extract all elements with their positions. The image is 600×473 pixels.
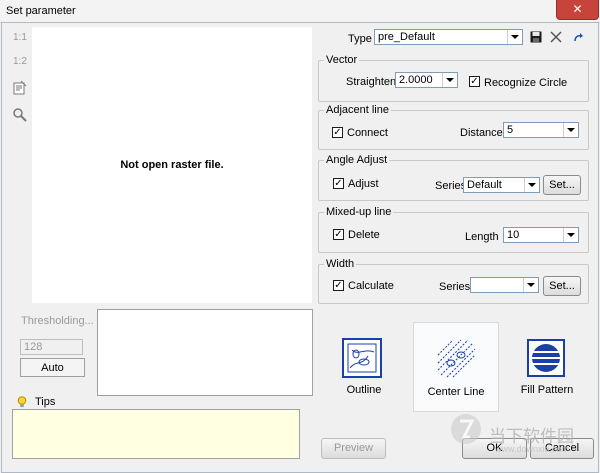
recognize-circle-checkbox[interactable]: ✓	[469, 76, 480, 87]
delete-icon[interactable]	[550, 31, 562, 43]
angle-set-button[interactable]: Set...	[543, 175, 581, 195]
magnifier-icon[interactable]	[12, 107, 28, 123]
type-select[interactable]: pre_Default	[374, 29, 523, 45]
save-icon[interactable]	[530, 31, 542, 43]
chevron-down-icon	[442, 73, 457, 87]
connect-checkbox[interactable]: ✓	[332, 127, 343, 138]
length-value: 10	[507, 229, 520, 241]
refresh-icon[interactable]	[573, 32, 585, 44]
threshold-value-field[interactable]: 128	[20, 339, 83, 355]
straighten-label: Straighten	[346, 76, 397, 88]
window-title: Set parameter	[6, 5, 76, 17]
angle-series-label: Series	[435, 180, 467, 192]
center-line-icon	[435, 337, 477, 379]
zoom-1-1-button[interactable]: 1:1	[13, 32, 27, 43]
adjacent-line-legend: Adjacent line	[324, 104, 391, 116]
angle-series-select[interactable]: Default	[463, 177, 540, 193]
tips-label: Tips	[35, 396, 56, 408]
width-series-label: Series	[439, 281, 471, 293]
delete-label: Delete	[348, 229, 380, 241]
calculate-checkbox[interactable]: ✓	[333, 280, 344, 291]
length-select[interactable]: 10	[503, 227, 579, 243]
width-legend: Width	[324, 258, 357, 270]
thresholding-label: Thresholding...	[21, 315, 94, 327]
adjust-label: Adjust	[348, 178, 379, 190]
width-series-select[interactable]	[470, 277, 539, 293]
fit-page-icon[interactable]	[12, 80, 28, 96]
tips-box	[12, 409, 300, 459]
delete-checkbox[interactable]: ✓	[333, 229, 344, 240]
distance-value: 5	[507, 124, 514, 136]
vector-legend: Vector	[324, 54, 360, 66]
angle-adjust-legend: Angle Adjust	[324, 154, 390, 166]
angle-series-value: Default	[467, 179, 502, 191]
outline-label: Outline	[346, 384, 382, 396]
type-label: Type	[348, 33, 372, 45]
length-label: Length	[465, 231, 499, 243]
calculate-label: Calculate	[348, 280, 394, 292]
straighten-value: 2.0000	[399, 74, 433, 86]
chevron-down-icon	[563, 228, 578, 242]
chevron-down-icon	[563, 123, 578, 137]
straighten-select[interactable]: 2.0000	[395, 72, 458, 88]
mode-outline[interactable]: Outline	[323, 328, 405, 408]
watermark-logo	[449, 412, 483, 446]
connect-label: Connect	[347, 127, 388, 139]
fill-pattern-label: Fill Pattern	[520, 384, 574, 396]
chevron-down-icon	[523, 278, 538, 292]
mode-fill-pattern[interactable]: Fill Pattern	[506, 328, 588, 408]
preview-button[interactable]: Preview	[321, 438, 386, 459]
chevron-down-icon	[524, 178, 539, 192]
recognize-circle-label: Recognize Circle	[484, 77, 568, 89]
title-bar	[0, 0, 600, 23]
width-set-button[interactable]: Set...	[543, 276, 581, 296]
center-line-label: Center Line	[427, 386, 485, 398]
mode-center-line[interactable]: Center Line	[413, 322, 499, 412]
histogram-panel	[97, 309, 313, 396]
chevron-down-icon	[507, 30, 522, 44]
close-button[interactable]: ✕	[556, 0, 599, 20]
distance-select[interactable]: 5	[503, 122, 579, 138]
fill-pattern-icon	[527, 339, 565, 377]
zoom-1-2-button[interactable]: 1:2	[13, 56, 27, 67]
distance-label: Distance	[460, 127, 503, 139]
watermark-url: www.downxia.com	[495, 444, 570, 454]
lightbulb-icon	[17, 396, 27, 408]
mixed-up-line-legend: Mixed-up line	[324, 206, 394, 218]
outline-icon	[342, 338, 382, 378]
auto-button[interactable]: Auto	[20, 358, 85, 377]
type-value: pre_Default	[378, 31, 435, 43]
adjust-checkbox[interactable]: ✓	[333, 178, 344, 189]
preview-message: Not open raster file.	[120, 159, 224, 171]
